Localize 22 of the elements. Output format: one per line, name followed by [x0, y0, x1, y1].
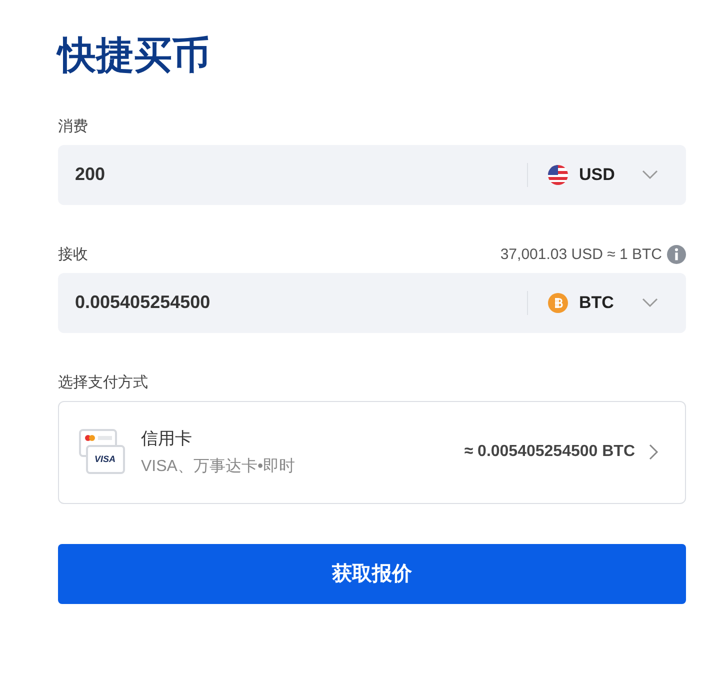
receive-amount: ≈ 0.005405254500 BTC	[464, 443, 635, 462]
payment-method-detail: VISA、万事达卡•即时	[141, 456, 296, 478]
amount-field[interactable]: 200 USD	[58, 144, 686, 205]
currency-label[interactable]: BTC	[579, 292, 631, 313]
payment-method-name: 信用卡	[141, 428, 193, 450]
amount-field[interactable]: 0.005405254500 BTC	[58, 272, 686, 333]
amount-input[interactable]: 200	[75, 154, 527, 195]
bitcoin-icon	[548, 292, 568, 313]
chevron-down-icon[interactable]	[642, 170, 658, 180]
chevron-right-icon[interactable]	[649, 444, 659, 460]
field-label: 接收	[58, 244, 88, 264]
get-quote-button[interactable]: 获取报价	[58, 544, 686, 604]
payment-method-card[interactable]: VISA 信用卡 VISA、万事达卡•即时 ≈ 0.005405254500 BTC	[58, 400, 686, 504]
chevron-down-icon[interactable]	[642, 298, 658, 308]
amount-input[interactable]: 0.005405254500	[75, 282, 527, 323]
page-title: 快捷买币	[58, 33, 211, 79]
info-icon[interactable]	[667, 244, 686, 264]
currency-label[interactable]: USD	[579, 164, 631, 185]
flag-icon	[548, 164, 568, 185]
field-label: 消费	[58, 116, 88, 136]
exchange-rate: 37,001.03 USD ≈ 1 BTC	[500, 246, 662, 263]
field-label: 选择支付方式	[58, 372, 148, 392]
